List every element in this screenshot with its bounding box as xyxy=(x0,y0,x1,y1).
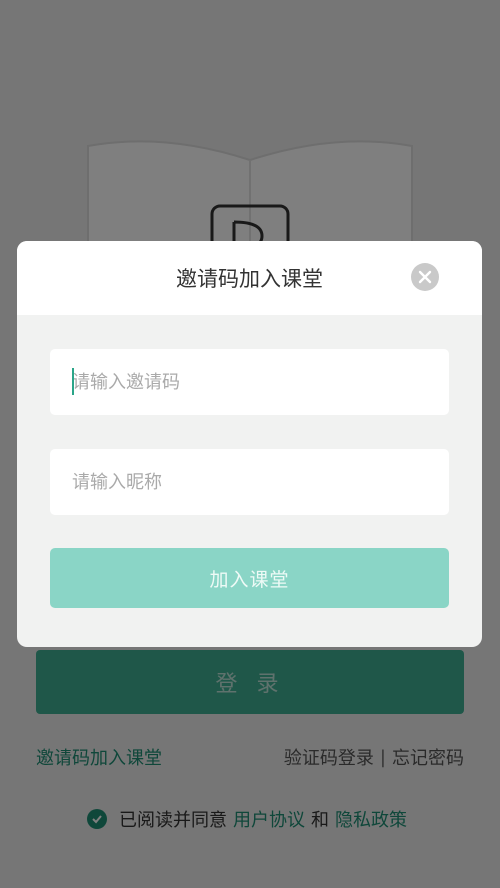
join-class-button[interactable]: 加入课堂 xyxy=(50,548,449,608)
close-button[interactable] xyxy=(411,263,439,291)
dialog-header: 邀请码加入课堂 xyxy=(17,241,482,315)
login-page: 登 录 邀请码加入课堂 验证码登录 | 忘记密码 已阅读并同意 用户协议 和 隐… xyxy=(0,0,500,888)
invite-code-input[interactable] xyxy=(50,349,449,415)
text-caret xyxy=(72,368,74,395)
dialog-title: 邀请码加入课堂 xyxy=(176,267,323,291)
close-icon xyxy=(418,270,432,284)
nickname-input[interactable] xyxy=(50,449,449,515)
invite-dialog: 邀请码加入课堂 加入课堂 xyxy=(17,241,482,647)
